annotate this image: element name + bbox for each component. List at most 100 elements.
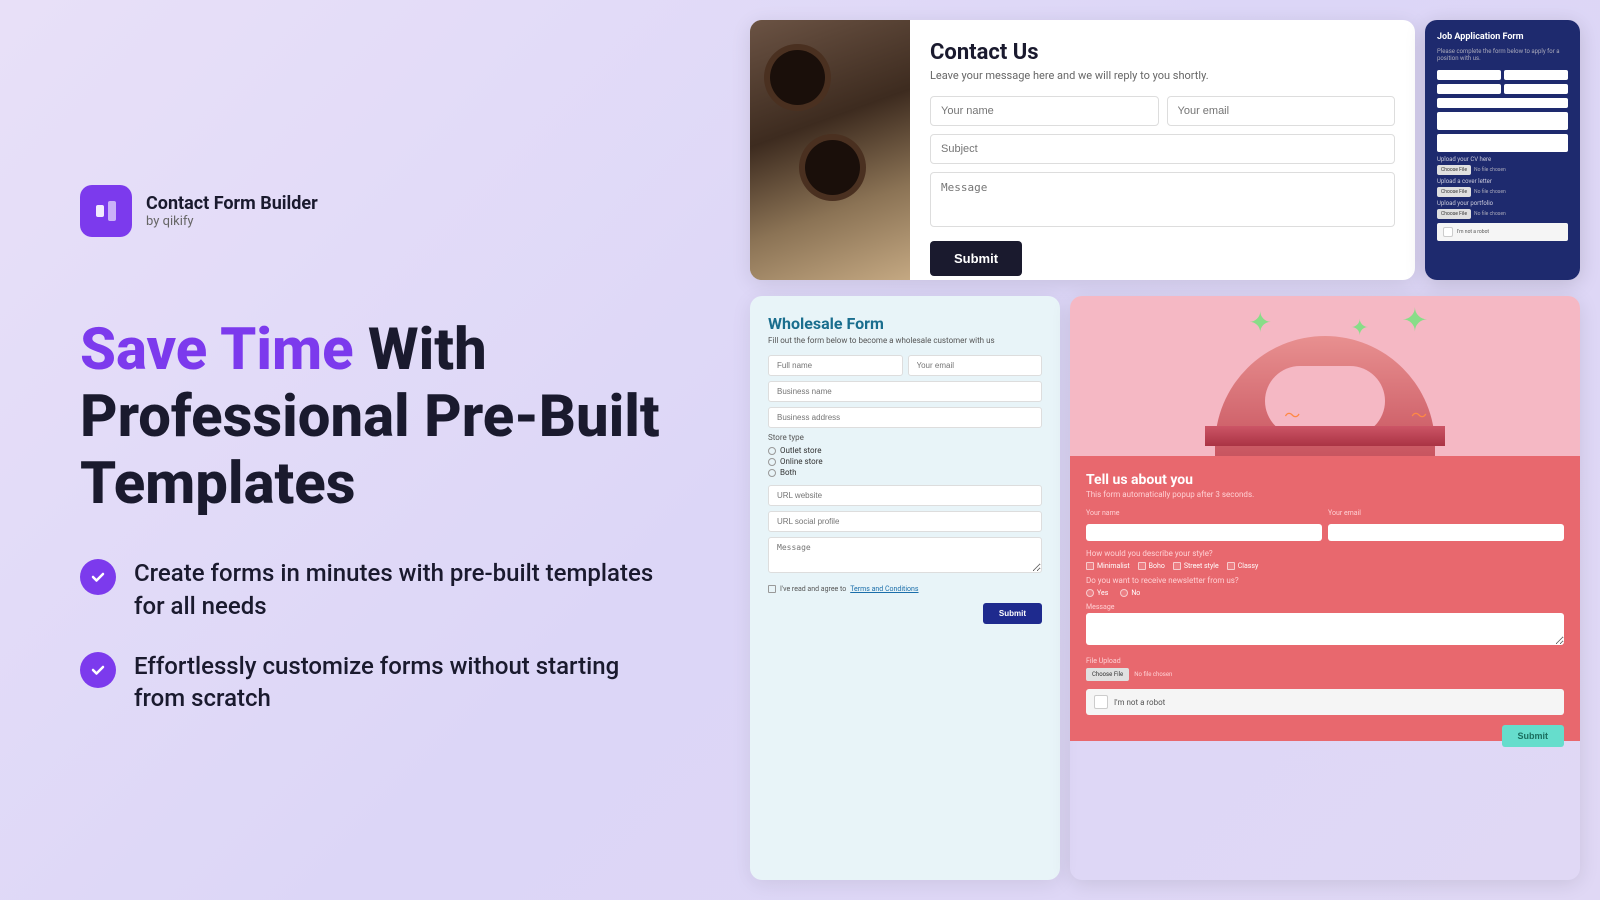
newsletter-no-circle[interactable]: [1120, 589, 1128, 597]
tell-us-title: Tell us about you: [1086, 472, 1564, 488]
coffee-photo: [750, 20, 910, 280]
wholesale-business-name-input[interactable]: [768, 381, 1042, 402]
job-phone-field[interactable]: [1437, 84, 1501, 94]
logo-title: Contact Form Builder: [146, 193, 318, 214]
job-form-title: Job Application Form: [1437, 32, 1568, 42]
newsletter-yes-circle[interactable]: [1086, 589, 1094, 597]
job-letter-choose-btn[interactable]: Choose File: [1437, 187, 1471, 197]
feature-item-1: Create forms in minutes with pre-built t…: [80, 557, 670, 622]
wholesale-submit-button[interactable]: Submit: [983, 603, 1042, 624]
radio-online: Online store: [768, 457, 1042, 466]
radio-both-circle[interactable]: [768, 469, 776, 477]
newsletter-no-label: No: [1131, 589, 1140, 597]
job-cv-row: Choose File No file chosen: [1437, 165, 1568, 175]
terms-text: I've read and agree to: [780, 585, 846, 593]
wholesale-name-email-row: [768, 355, 1042, 376]
job-education-field[interactable]: [1437, 112, 1568, 130]
wholesale-email-input[interactable]: [908, 355, 1043, 376]
radio-outlet-circle[interactable]: [768, 447, 776, 455]
radio-outlet-label: Outlet store: [780, 446, 821, 455]
feature-text-1: Create forms in minutes with pre-built t…: [134, 557, 670, 622]
contact-email-input[interactable]: [1167, 96, 1396, 126]
tell-choose-file-btn[interactable]: Choose File: [1086, 668, 1129, 681]
job-name-field[interactable]: [1437, 70, 1501, 80]
tail-left: 〜: [1284, 402, 1300, 426]
main-headline: Save Time With Professional Pre-Built Te…: [80, 317, 670, 517]
job-portfolio-label: Upload your portfolio: [1437, 200, 1568, 207]
tell-submit-button[interactable]: Submit: [1502, 725, 1565, 747]
feature-text-2: Effortlessly customize forms without sta…: [134, 650, 670, 715]
tell-us-form-area: Tell us about you This form automaticall…: [1070, 456, 1580, 741]
style-question-label: How would you describe your style?: [1086, 549, 1564, 558]
checkbox-classy-box[interactable]: [1227, 562, 1235, 570]
star-deco-3: ✦: [1402, 301, 1429, 339]
job-portfolio-row: Choose File No file chosen: [1437, 209, 1568, 219]
job-recaptcha-text: I'm not a robot: [1457, 229, 1489, 235]
job-letter-row: Choose File No file chosen: [1437, 187, 1568, 197]
terms-link[interactable]: Terms and Conditions: [850, 585, 918, 593]
radio-both: Both: [768, 468, 1042, 477]
tell-name-input[interactable]: [1086, 524, 1322, 541]
wholesale-fullname-input[interactable]: [768, 355, 903, 376]
radio-online-label: Online store: [780, 457, 823, 466]
job-recaptcha-checkbox[interactable]: [1443, 227, 1453, 237]
checkbox-street-label: Street style: [1184, 562, 1219, 570]
star-deco-2: ✦: [1351, 316, 1369, 341]
job-address-field[interactable]: [1437, 98, 1568, 108]
contact-image: [750, 20, 910, 280]
wholesale-form-card: Wholesale Form Fill out the form below t…: [750, 296, 1060, 880]
checkbox-boho: Boho: [1138, 562, 1165, 570]
contact-name-input[interactable]: [930, 96, 1159, 126]
tell-captcha-checkbox[interactable]: [1094, 695, 1108, 709]
job-letter-no-file: No file chosen: [1474, 189, 1506, 195]
style-checkbox-group: Minimalist Boho Street style Classy: [1086, 562, 1564, 570]
checkbox-boho-box[interactable]: [1138, 562, 1146, 570]
tell-email-input[interactable]: [1328, 524, 1564, 541]
job-cv-upload: Upload your CV here Choose File No file …: [1437, 156, 1568, 175]
contact-subject-input[interactable]: [930, 134, 1395, 164]
job-form-subtitle: Please complete the form below to apply …: [1437, 48, 1568, 62]
tell-name-col: Your name: [1086, 509, 1322, 541]
checkbox-boho-label: Boho: [1149, 562, 1165, 570]
tell-message-label: Message: [1086, 603, 1564, 611]
checkbox-street-box[interactable]: [1173, 562, 1181, 570]
newsletter-yes: Yes: [1086, 589, 1108, 597]
contact-name-email-row: [930, 96, 1395, 126]
job-dob-field[interactable]: [1504, 84, 1568, 94]
tell-message-input[interactable]: [1086, 613, 1564, 645]
job-application-card: Job Application Form Please complete the…: [1425, 20, 1580, 280]
radio-online-circle[interactable]: [768, 458, 776, 466]
wholesale-message-input[interactable]: [768, 537, 1042, 573]
logo-subtitle: by qikify: [146, 214, 318, 229]
job-email-field[interactable]: [1504, 70, 1568, 80]
wholesale-url-social-input[interactable]: [768, 511, 1042, 532]
top-row: Contact Us Leave your message here and w…: [750, 20, 1580, 280]
contact-message-input[interactable]: [930, 172, 1395, 227]
job-experience-field[interactable]: [1437, 134, 1568, 152]
job-portfolio-no-file: No file chosen: [1474, 211, 1506, 217]
job-cv-label: Upload your CV here: [1437, 156, 1568, 163]
star-deco-1: ✦: [1249, 306, 1272, 339]
job-portfolio-upload: Upload your portfolio Choose File No fil…: [1437, 200, 1568, 219]
checkbox-minimalist-box[interactable]: [1086, 562, 1094, 570]
job-cv-no-file: No file chosen: [1474, 167, 1506, 173]
donut-base: [1205, 426, 1445, 446]
file-upload-label: File Upload: [1086, 657, 1564, 665]
newsletter-yes-label: Yes: [1097, 589, 1108, 597]
contact-submit-button[interactable]: Submit: [930, 241, 1022, 276]
right-section: Contact Us Leave your message here and w…: [750, 0, 1600, 900]
tell-name-email-row: Your name Your email: [1086, 509, 1564, 541]
wholesale-subtitle: Fill out the form below to become a whol…: [768, 336, 1042, 345]
tell-captcha-row: I'm not a robot: [1086, 689, 1564, 715]
job-cv-choose-btn[interactable]: Choose File: [1437, 165, 1471, 175]
checkbox-minimalist-label: Minimalist: [1097, 562, 1130, 570]
wholesale-business-address-input[interactable]: [768, 407, 1042, 428]
job-portfolio-choose-btn[interactable]: Choose File: [1437, 209, 1471, 219]
newsletter-question-label: Do you want to receive newsletter from u…: [1086, 576, 1564, 585]
wholesale-url-website-input[interactable]: [768, 485, 1042, 506]
checkbox-classy: Classy: [1227, 562, 1259, 570]
job-letter-upload: Upload a cover letter Choose File No fil…: [1437, 178, 1568, 197]
terms-checkbox[interactable]: [768, 585, 776, 593]
file-upload-row: Choose File No file chosen: [1086, 668, 1564, 681]
bottom-row: Wholesale Form Fill out the form below t…: [750, 296, 1580, 880]
